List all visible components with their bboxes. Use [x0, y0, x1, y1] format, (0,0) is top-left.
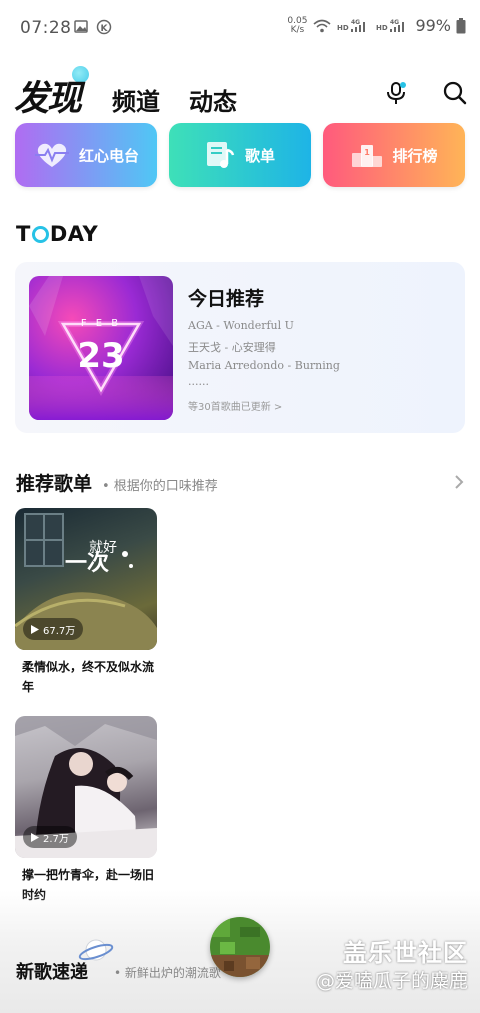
battery-icon [456, 17, 466, 33]
category-chart-button[interactable]: 1 排行榜 [323, 123, 465, 187]
tab-channel[interactable]: 频道 [112, 82, 160, 117]
svg-text:HD: HD [376, 24, 388, 32]
mini-player-cover[interactable] [210, 917, 270, 977]
signal-hd-4g-icon-2: HD 4G [376, 19, 405, 32]
podium-icon: 1 [352, 145, 383, 167]
today-song-line: Maria Arredondo - Burning [188, 359, 340, 372]
wifi-icon [313, 19, 331, 32]
svg-text:1: 1 [365, 148, 371, 157]
new-songs-subtitle: • 新鲜出炉的潮流歌 [114, 966, 221, 980]
category-playlist-button[interactable]: 歌单 [169, 123, 311, 187]
svg-text:4G: 4G [351, 19, 360, 26]
play-count: 67.7万 [23, 618, 84, 640]
watermark-title: 盖乐世社区 [343, 939, 468, 967]
today-recommend-card[interactable]: F E B 23 今日推荐 AGA - Wonderful U 王天戈 - 心安… [15, 262, 465, 433]
playlists-subtitle: • 根据你的口味推荐 [102, 479, 218, 494]
playlist-card[interactable]: 2.7万 [15, 716, 157, 858]
svg-text:4G: 4G [390, 19, 399, 26]
net-speed: 0.05 K/s [287, 15, 308, 35]
play-count: 2.7万 [23, 826, 77, 848]
gallery-icon [74, 20, 88, 33]
category-label: 歌单 [244, 146, 275, 165]
today-update-link[interactable]: 等30首歌曲已更新 > [188, 398, 282, 413]
play-icon [31, 624, 39, 634]
chevron-right-icon[interactable] [454, 474, 464, 490]
today-title: T DAY [16, 222, 99, 246]
today-o-ring [31, 225, 49, 243]
microphone-icon[interactable] [383, 80, 409, 106]
search-icon[interactable] [442, 80, 468, 106]
tab-feed[interactable]: 动态 [189, 82, 237, 117]
music-note-icon [206, 142, 235, 168]
battery-percent: 99% [415, 16, 451, 35]
play-icon [31, 832, 39, 842]
heart-pulse-icon [34, 143, 69, 167]
watermark-sub: @爱嗑瓜子的麋鹿 [315, 970, 468, 992]
status-time: 07:28 [20, 18, 72, 38]
cover-month: F E B [80, 318, 122, 329]
playlist-name[interactable]: 柔情似水，终不及似水流年 [22, 657, 162, 697]
category-heart-radio-button[interactable]: 红心电台 [15, 123, 157, 187]
svg-text:HD: HD [337, 24, 349, 32]
k-app-icon: K [96, 19, 112, 35]
today-heading: 今日推荐 [188, 288, 265, 310]
top-header: 发现 频道 动态 [0, 60, 480, 120]
today-song-line: AGA - Wonderful U [188, 319, 294, 332]
today-song-line: ...... [188, 375, 209, 388]
tab-discover[interactable]: 发现 [14, 70, 82, 121]
planet-logo-icon [78, 939, 114, 961]
svg-text:就好: 就好 [89, 540, 117, 556]
status-bar: 07:28 K 0.05 K/s HD 4G HD 4G 99% [0, 0, 480, 58]
category-label: 排行榜 [392, 146, 438, 165]
today-song-line: 王天戈 - 心安理得 [188, 341, 276, 354]
playlist-card[interactable]: 一次 就好 67.7万 [15, 508, 157, 650]
today-cover-image: F E B 23 [29, 276, 173, 420]
status-right: 0.05 K/s HD 4G HD 4G 99% [287, 16, 466, 35]
category-label: 红心电台 [78, 146, 139, 165]
cover-day: 23 [77, 336, 125, 376]
svg-text:K: K [101, 24, 109, 34]
playlists-title: 推荐歌单 [16, 473, 93, 495]
signal-hd-4g-icon: HD 4G [337, 19, 366, 32]
